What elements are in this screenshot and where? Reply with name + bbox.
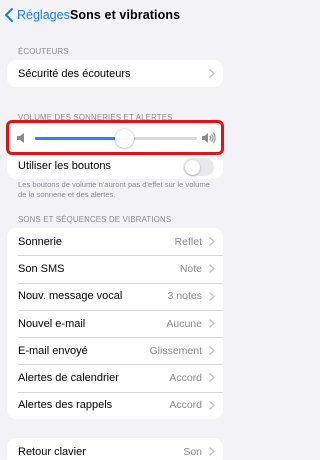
sound-row-label: Alertes de calendrier (18, 372, 119, 385)
sound-row-label: Sonnerie (18, 235, 63, 248)
sound-row-value: Accord (169, 399, 202, 412)
keyboard-feedback-value: Son (183, 445, 202, 458)
headphone-safety-label: Sécurité des écouteurs (18, 67, 131, 80)
chevron-left-icon (5, 8, 13, 22)
sound-row-label: Son SMS (18, 262, 65, 275)
sound-row-voicemail[interactable]: Nouv. message vocal 3 notes (7, 282, 223, 310)
section-header-headphones: ÉCOUTEURS (18, 47, 69, 56)
buttons-note: Les boutons de volume n'auront pas d'eff… (18, 180, 210, 199)
sound-row-value: 3 notes (167, 290, 202, 303)
chevron-right-icon (209, 401, 215, 410)
sound-row-value: Glissement (149, 344, 202, 357)
back-button-label: Réglages (17, 8, 70, 22)
sound-row-label: Alertes des rappels (18, 399, 113, 412)
sound-row-label: E-mail envoyé (18, 344, 88, 357)
sound-row-reminders[interactable]: Alertes des rappels Accord (7, 391, 223, 419)
page-title: Sons et vibrations (70, 8, 181, 22)
keyboard-feedback-row[interactable]: Retour clavier Son (7, 438, 223, 460)
sound-row-value: Aucune (166, 317, 202, 330)
use-buttons-toggle[interactable] (183, 158, 214, 176)
use-buttons-row: Utiliser les boutons (7, 152, 223, 179)
chevron-right-icon (209, 291, 215, 301)
sound-row-label: Nouv. message vocal (18, 290, 123, 303)
chevron-right-icon (209, 346, 215, 355)
chevron-right-icon (209, 237, 215, 246)
sound-row-sent-mail[interactable]: E-mail envoyé Glissement (7, 337, 223, 364)
keyboard-group: Retour clavier Son (7, 438, 223, 460)
sounds-group: Sonnerie Reflet Son SMS Note Nouv. messa… (7, 228, 223, 420)
sound-row-value: Reflet (174, 235, 202, 248)
sound-row-value: Note (179, 262, 202, 275)
headphone-safety-row[interactable]: Sécurité des écouteurs (7, 60, 223, 87)
sound-row-sms[interactable]: Son SMS Note (7, 255, 223, 282)
chevron-right-icon (209, 319, 215, 328)
chevron-right-icon (209, 447, 215, 456)
chevron-right-icon (209, 69, 215, 78)
section-header-sounds: SONS ET SÉQUENCES DE VIBRATIONS (18, 215, 172, 224)
sound-row-label: Nouvel e-mail (18, 317, 86, 330)
sound-row-calendar[interactable]: Alertes de calendrier Accord (7, 364, 223, 391)
headphones-group: Sécurité des écouteurs (7, 60, 223, 88)
sound-row-ringtone[interactable]: Sonnerie Reflet (7, 228, 223, 255)
navigation-bar: Réglages Sons et vibrations (0, 0, 230, 30)
chevron-right-icon (209, 264, 215, 273)
sound-row-new-mail[interactable]: Nouvel e-mail Aucune (7, 309, 223, 337)
highlight-box (6, 120, 224, 155)
use-buttons-label: Utiliser les boutons (18, 159, 111, 172)
sound-row-value: Accord (169, 372, 202, 385)
toggle-knob (184, 159, 200, 175)
back-button[interactable]: Réglages (3, 7, 70, 23)
chevron-right-icon (209, 373, 215, 383)
keyboard-feedback-label: Retour clavier (18, 445, 86, 458)
